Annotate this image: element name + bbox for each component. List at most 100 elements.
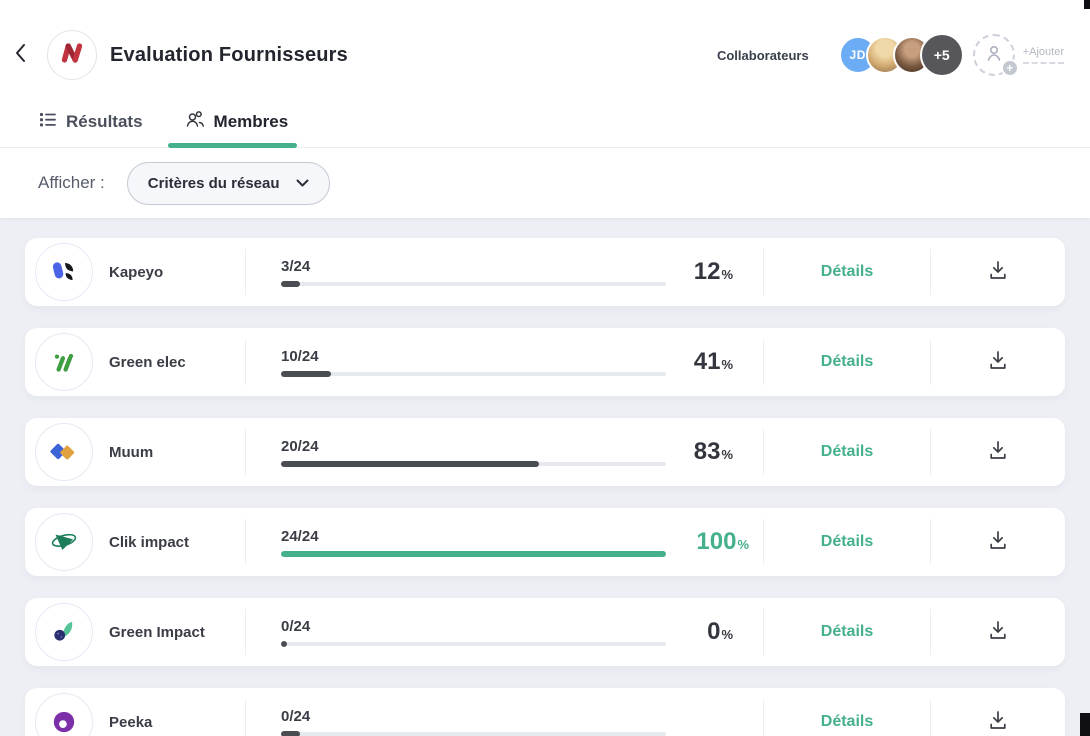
avatar-overflow-count[interactable]: +5	[920, 33, 964, 77]
screen-edge-artifact-top	[1084, 0, 1090, 9]
download-button[interactable]	[931, 349, 1065, 376]
filter-dropdown-value: Critères du réseau	[148, 175, 280, 192]
supplier-row: Peeka 0/24 % Détails	[25, 688, 1065, 736]
score-label: 10/24	[281, 348, 666, 365]
details-button[interactable]: Détails	[821, 623, 873, 640]
app-logo	[47, 30, 97, 80]
progress-fill	[281, 461, 539, 467]
people-icon	[185, 109, 205, 134]
progress-fill	[281, 731, 300, 736]
download-icon	[987, 529, 1009, 556]
supplier-name: Muum	[109, 444, 153, 461]
supplier-row: Muum 20/24 83 % Détails	[25, 418, 1065, 486]
filter-label: Afficher :	[38, 173, 105, 193]
page-title: Evaluation Fournisseurs	[110, 44, 348, 67]
details-cell: Détails	[764, 263, 930, 281]
percent-value: 12	[694, 258, 721, 286]
back-button[interactable]	[8, 42, 34, 68]
header: Evaluation Fournisseurs Collaborateurs J…	[0, 0, 1090, 96]
supplier-row: Kapeyo 3/24 12 % Détails	[25, 238, 1065, 306]
progress-cell: 0/24	[246, 618, 666, 646]
percent-cell: 41 %	[666, 348, 763, 376]
percent-suffix: %	[721, 267, 733, 282]
supplier-list: Kapeyo 3/24 12 % Détails	[0, 218, 1090, 736]
download-button[interactable]	[931, 529, 1065, 556]
supplier-row: Green elec 10/24 41 % Détails	[25, 328, 1065, 396]
percent-cell: 100 %	[666, 528, 763, 556]
progress-cell: 10/24	[246, 348, 666, 376]
progress-cell: 24/24	[246, 528, 666, 556]
progress-track	[281, 642, 666, 646]
progress-fill	[281, 641, 287, 647]
header-right: Collaborateurs JD +5 + +Ajouter	[717, 33, 1064, 77]
percent-cell: 0 %	[666, 618, 763, 646]
tab-membres[interactable]: Membres	[185, 96, 289, 147]
percent-cell: 12 %	[666, 258, 763, 286]
progress-cell: 0/24	[246, 708, 666, 736]
supplier-logo	[35, 693, 93, 736]
supplier-identity: Clik impact	[25, 513, 245, 571]
progress-track	[281, 462, 666, 466]
plus-badge-icon: +	[1001, 59, 1019, 77]
supplier-identity: Kapeyo	[25, 243, 245, 301]
chevron-down-icon	[296, 175, 309, 192]
percent-cell: 83 %	[666, 438, 763, 466]
details-button[interactable]: Détails	[821, 263, 873, 280]
supplier-logo	[35, 243, 93, 301]
chevron-left-icon	[12, 42, 30, 69]
score-label: 20/24	[281, 438, 666, 455]
supplier-identity: Muum	[25, 423, 245, 481]
supplier-identity: Green elec	[25, 333, 245, 391]
download-button[interactable]	[931, 259, 1065, 286]
progress-fill	[281, 371, 331, 377]
header-left: Evaluation Fournisseurs	[8, 30, 348, 80]
filter-dropdown[interactable]: Critères du réseau	[127, 162, 330, 205]
percent-value: 0	[707, 618, 720, 646]
score-label: 0/24	[281, 708, 666, 725]
details-button[interactable]: Détails	[821, 443, 873, 460]
score-label: 3/24	[281, 258, 666, 275]
download-icon	[987, 709, 1009, 736]
details-button[interactable]: Détails	[821, 533, 873, 550]
supplier-identity: Peeka	[25, 693, 245, 736]
supplier-row: Green Impact 0/24 0 % Détails	[25, 598, 1065, 666]
download-icon	[987, 619, 1009, 646]
progress-track	[281, 732, 666, 736]
supplier-identity: Green Impact	[25, 603, 245, 661]
tab-resultats[interactable]: Résultats	[38, 96, 143, 147]
percent-suffix: %	[721, 447, 733, 462]
add-collaborator-link[interactable]: +Ajouter	[1023, 46, 1064, 64]
score-label: 0/24	[281, 618, 666, 635]
percent-value: 41	[694, 348, 721, 376]
download-button[interactable]	[931, 439, 1065, 466]
supplier-row: Clik impact 24/24 100 % Détails	[25, 508, 1065, 576]
supplier-logo	[35, 423, 93, 481]
supplier-name: Kapeyo	[109, 264, 163, 281]
invite-collaborator-button[interactable]: +	[973, 34, 1015, 76]
download-icon	[987, 259, 1009, 286]
details-button[interactable]: Détails	[821, 713, 873, 730]
filter-bar: Afficher : Critères du réseau	[0, 148, 1090, 218]
supplier-name: Clik impact	[109, 534, 189, 551]
progress-track	[281, 552, 666, 556]
details-cell: Détails	[764, 623, 930, 641]
supplier-logo	[35, 603, 93, 661]
tab-membres-label: Membres	[214, 112, 289, 132]
supplier-logo	[35, 513, 93, 571]
avatar-stack: JD +5 + +Ajouter	[839, 33, 1064, 77]
tab-resultats-label: Résultats	[66, 112, 143, 132]
red-n-logo-icon	[57, 38, 87, 73]
percent-suffix: %	[721, 357, 733, 372]
details-cell: Détails	[764, 443, 930, 461]
collaborators-label: Collaborateurs	[717, 48, 809, 63]
details-cell: Détails	[764, 713, 930, 731]
supplier-name: Green elec	[109, 354, 186, 371]
details-cell: Détails	[764, 353, 930, 371]
details-button[interactable]: Détails	[821, 353, 873, 370]
download-button[interactable]	[931, 709, 1065, 736]
progress-cell: 3/24	[246, 258, 666, 286]
supplier-logo	[35, 333, 93, 391]
download-button[interactable]	[931, 619, 1065, 646]
progress-fill	[281, 551, 666, 557]
percent-suffix: %	[721, 627, 733, 642]
